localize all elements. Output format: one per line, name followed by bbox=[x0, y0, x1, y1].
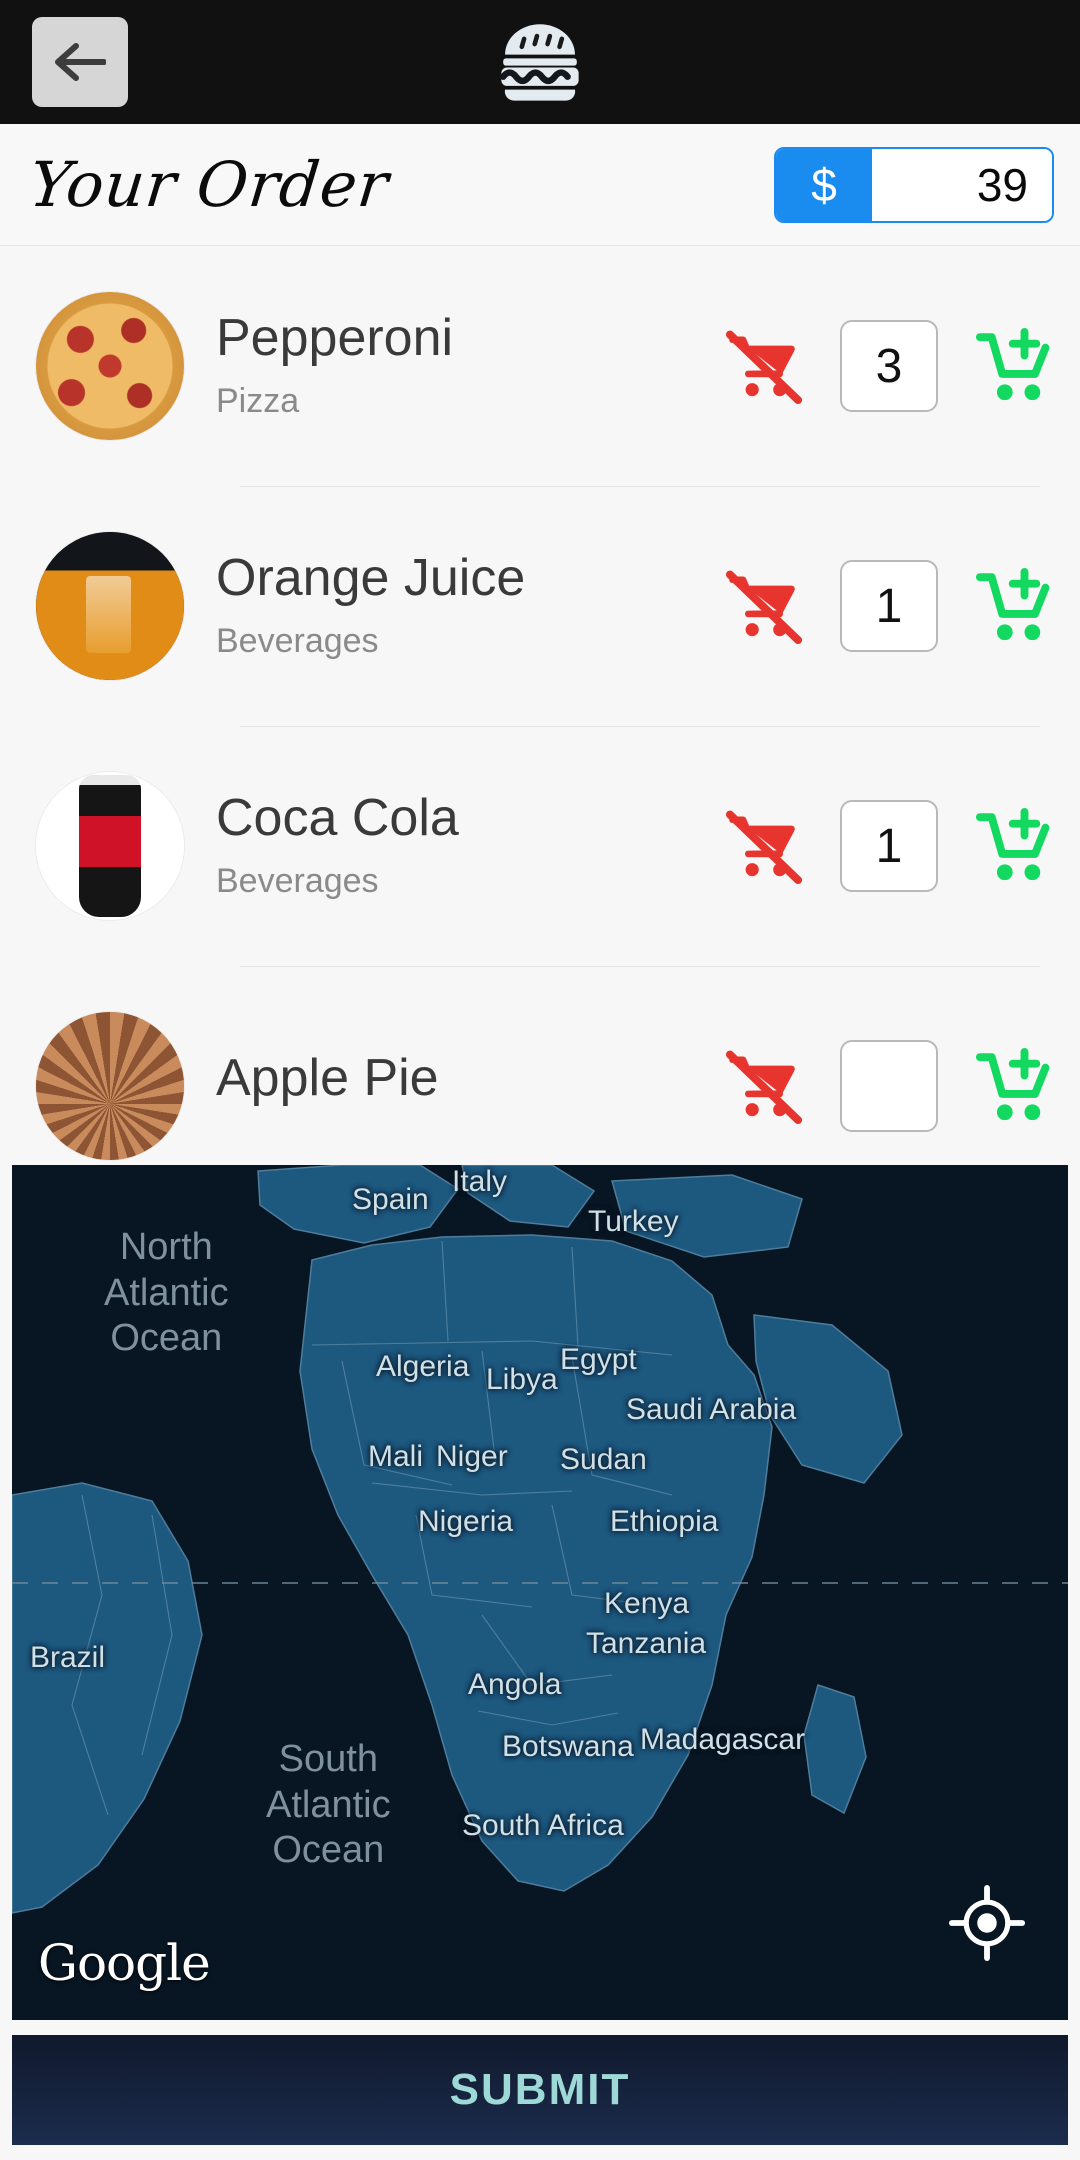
item-thumbnail bbox=[36, 1012, 184, 1160]
remove-from-cart-button[interactable] bbox=[718, 560, 810, 652]
map-label: Algeria bbox=[376, 1350, 470, 1383]
item-controls: 1 bbox=[718, 560, 1060, 652]
map-label: Kenya bbox=[604, 1587, 690, 1620]
pizza-image bbox=[36, 292, 184, 440]
remove-from-cart-icon bbox=[725, 1050, 803, 1125]
remove-from-cart-icon bbox=[725, 570, 803, 645]
hamburger-burger-logo bbox=[492, 14, 588, 110]
quantity-value[interactable] bbox=[840, 1040, 938, 1132]
item-controls: 3 bbox=[718, 320, 1060, 412]
list-item[interactable]: Pepperoni Pizza 3 bbox=[0, 246, 1080, 486]
map-label: Egypt bbox=[560, 1343, 637, 1376]
remove-from-cart-icon bbox=[725, 330, 803, 405]
list-item[interactable]: Coca Cola Beverages 1 bbox=[0, 726, 1080, 966]
item-text: Apple Pie bbox=[216, 1051, 718, 1122]
quantity-value[interactable]: 3 bbox=[840, 320, 938, 412]
delivery-location-map[interactable]: Spain Italy Turkey Algeria Libya Egypt S… bbox=[12, 1165, 1068, 2020]
app-bar bbox=[0, 0, 1080, 124]
item-text: Coca Cola Beverages bbox=[216, 791, 718, 901]
item-text: Pepperoni Pizza bbox=[216, 311, 718, 421]
map-label: Madagascar bbox=[640, 1723, 806, 1756]
item-name: Orange Juice bbox=[216, 549, 526, 608]
map-label: Turkey bbox=[588, 1205, 679, 1238]
item-controls: 1 bbox=[718, 800, 1060, 892]
remove-from-cart-button[interactable] bbox=[718, 800, 810, 892]
item-category: Beverages bbox=[216, 621, 379, 660]
item-category: Beverages bbox=[216, 861, 379, 900]
map-label: Nigeria bbox=[418, 1505, 514, 1538]
currency-symbol: $ bbox=[776, 148, 872, 221]
add-to-cart-button[interactable] bbox=[968, 800, 1060, 892]
item-controls bbox=[718, 1040, 1060, 1132]
item-thumbnail bbox=[36, 772, 184, 920]
map-label: Tanzania bbox=[586, 1627, 707, 1660]
map-label: Botswana bbox=[502, 1730, 634, 1763]
map-label: South Africa bbox=[462, 1809, 624, 1842]
map-label: Mali bbox=[368, 1440, 424, 1473]
map-label: Niger bbox=[436, 1440, 508, 1473]
submit-button[interactable]: SUBMIT bbox=[12, 2035, 1068, 2145]
map-label: Italy bbox=[452, 1165, 508, 1198]
map-label: Brazil bbox=[30, 1641, 106, 1674]
add-to-cart-icon bbox=[975, 327, 1050, 401]
add-to-cart-button[interactable] bbox=[968, 560, 1060, 652]
order-total-badge: $ 39 bbox=[774, 146, 1054, 223]
remove-from-cart-icon bbox=[725, 810, 803, 885]
coca-cola-image bbox=[36, 772, 184, 920]
item-text: Orange Juice Beverages bbox=[216, 551, 718, 661]
submit-bar: SUBMIT bbox=[12, 2035, 1068, 2145]
map-label: Ethiopia bbox=[610, 1505, 719, 1538]
apple-pie-image bbox=[36, 1012, 184, 1160]
map-label: Libya bbox=[486, 1363, 558, 1396]
remove-from-cart-button[interactable] bbox=[718, 1040, 810, 1132]
my-location-button[interactable] bbox=[948, 1884, 1026, 1962]
map-ocean-label: South Atlantic Ocean bbox=[266, 1738, 391, 1872]
add-to-cart-icon bbox=[975, 807, 1050, 881]
add-to-cart-icon bbox=[975, 567, 1050, 641]
google-attribution-logo: Google bbox=[38, 1934, 211, 1992]
quantity-value[interactable]: 1 bbox=[840, 560, 938, 652]
item-name: Pepperoni bbox=[216, 309, 454, 368]
map-label: Sudan bbox=[560, 1443, 647, 1476]
list-item[interactable]: Orange Juice Beverages 1 bbox=[0, 486, 1080, 726]
my-location-icon bbox=[948, 1884, 1026, 1962]
add-to-cart-button[interactable] bbox=[968, 1040, 1060, 1132]
order-total-value: 39 bbox=[872, 148, 1052, 221]
page-title: Your Order bbox=[26, 147, 393, 221]
add-to-cart-icon bbox=[975, 1047, 1050, 1121]
item-category: Pizza bbox=[216, 381, 300, 420]
map-ocean-label: North Atlantic Ocean bbox=[104, 1226, 229, 1360]
map-label: Saudi Arabia bbox=[626, 1393, 797, 1426]
item-thumbnail bbox=[36, 292, 184, 440]
item-name: Apple Pie bbox=[216, 1048, 439, 1107]
orange-juice-image bbox=[36, 532, 184, 680]
item-thumbnail bbox=[36, 532, 184, 680]
arrow-left-icon bbox=[54, 42, 106, 82]
quantity-value[interactable]: 1 bbox=[840, 800, 938, 892]
map-label: Spain bbox=[352, 1183, 429, 1216]
add-to-cart-button[interactable] bbox=[968, 320, 1060, 412]
item-name: Coca Cola bbox=[216, 789, 459, 848]
order-header: Your Order $ 39 bbox=[0, 124, 1080, 246]
map-label: Angola bbox=[468, 1668, 562, 1701]
list-item[interactable]: Apple Pie bbox=[0, 966, 1080, 1166]
remove-from-cart-button[interactable] bbox=[718, 320, 810, 412]
order-item-list[interactable]: Pepperoni Pizza 3 Orange Juice Beverages… bbox=[0, 246, 1080, 1166]
back-button[interactable] bbox=[32, 17, 128, 107]
